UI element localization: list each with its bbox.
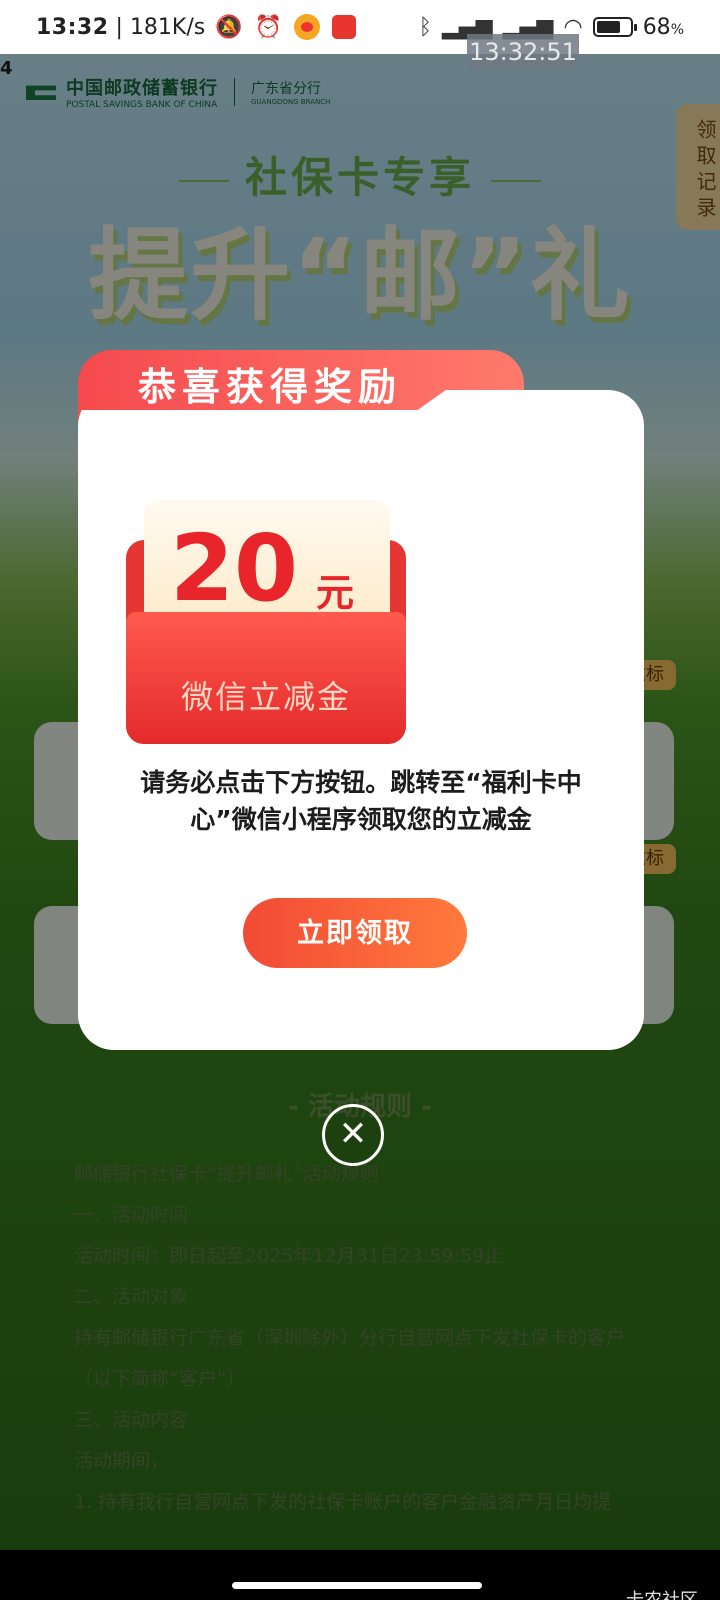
reward-unit: 元 — [316, 571, 355, 615]
battery-icon — [592, 17, 637, 37]
status-separator: | — [108, 14, 130, 40]
home-indicator[interactable] — [232, 1582, 482, 1589]
reward-label: 微信立减金 — [180, 678, 351, 716]
edge-digit: 4 — [0, 58, 13, 79]
app-icon — [332, 15, 357, 39]
weibo-icon — [294, 14, 321, 40]
battery-percent: 68% — [642, 14, 684, 40]
navigation-bar — [0, 1550, 720, 1600]
mute-bell-icon: 🔕 — [215, 14, 243, 40]
network-speed: 181K/s — [129, 14, 206, 40]
dialog-message: 请务必点击下方按钮。跳转至“福利卡中心”微信小程序领取您的立减金 — [140, 768, 582, 834]
close-icon[interactable]: ✕ — [322, 1104, 384, 1166]
claim-now-button[interactable]: 立即领取 — [243, 898, 467, 968]
floating-clock: 13:32:51 — [467, 34, 579, 70]
alarm-icon: ⏰ — [254, 14, 283, 40]
status-time: 13:32 — [36, 14, 109, 40]
reward-dialog: 恭喜获得奖励 20 元 微信立减金 请务必点击下方按钮。跳转至“福利卡中心”微信… — [78, 350, 644, 1050]
notification-icons: 🔕 ⏰ — [215, 14, 357, 40]
reward-amount: 20 — [170, 515, 299, 622]
watermark: 卡农社区 — [626, 1586, 698, 1600]
bluetooth-icon: ᛒ — [418, 14, 432, 40]
red-envelope: 20 元 微信立减金 — [126, 500, 406, 744]
dialog-title: 恭喜获得奖励 — [138, 365, 403, 409]
status-bar: 13:32 | 181K/s 🔕 ⏰ ᛒ ▂▄▆ ▂▄▆ ◠ 68% — [0, 0, 720, 54]
